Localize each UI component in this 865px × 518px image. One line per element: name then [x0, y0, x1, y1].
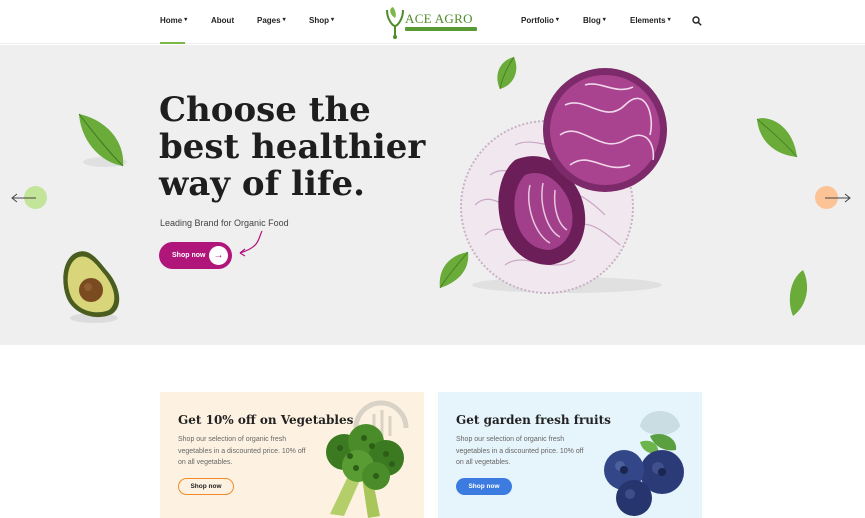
- hero-headline-line: way of life.: [159, 164, 365, 204]
- chevron-down-icon: ▾: [555, 17, 559, 23]
- nav-portfolio[interactable]: Portfolio ▾: [521, 16, 559, 25]
- hero-headline-line: Choose the: [159, 90, 371, 130]
- chevron-down-icon: ▾: [602, 17, 606, 23]
- arrow-right-icon: →: [209, 246, 228, 265]
- leaf-logo-icon: [386, 7, 404, 39]
- avocado-icon: [63, 251, 120, 323]
- nav-elements[interactable]: Elements ▾: [630, 16, 671, 25]
- nav-elements-label: Elements: [630, 16, 666, 25]
- basil-leaf-icon: [789, 270, 808, 316]
- nav-pages[interactable]: Pages ▾: [257, 16, 286, 25]
- arrow-left-icon: [11, 193, 36, 203]
- nav-home-label: Home: [160, 16, 183, 25]
- promo-card-text: Shop our selection of organic fresh vege…: [456, 436, 584, 466]
- hero-shop-now-button[interactable]: Shop now →: [159, 242, 232, 269]
- nav-blog-label: Blog: [583, 16, 601, 25]
- brand-logo[interactable]: ACE AGRO: [383, 6, 479, 40]
- torn-paper-edge: [0, 300, 865, 336]
- active-nav-indicator: [160, 42, 185, 44]
- nav-about[interactable]: About: [211, 16, 234, 25]
- slider-prev-button[interactable]: [10, 186, 50, 210]
- logo-tagline-bar: [405, 27, 477, 31]
- basil-leaf-icon: [756, 118, 798, 158]
- promo-shop-now-button[interactable]: Shop now: [178, 478, 234, 495]
- brand-name: ACE AGRO: [405, 11, 473, 26]
- blueberries-icon: [604, 433, 684, 516]
- promo-shop-now-button[interactable]: Shop now: [456, 478, 512, 495]
- nav-shop[interactable]: Shop ▾: [309, 16, 334, 25]
- chevron-down-icon: ▾: [667, 17, 671, 23]
- search-icon[interactable]: [692, 16, 702, 26]
- red-cabbage-icon: [460, 68, 667, 294]
- hero-shop-now-label: Shop now: [172, 252, 206, 259]
- chevron-down-icon: ▾: [184, 17, 188, 23]
- nav-home[interactable]: Home ▾: [160, 16, 187, 25]
- nav-shop-label: Shop: [309, 16, 329, 25]
- hero-headline-line: best healthier: [159, 127, 426, 167]
- promo-card-vegetables: Get 10% off on Vegetables Shop our selec…: [160, 392, 424, 518]
- broccoli-icon: [326, 424, 404, 518]
- promo-card-fruits: Get garden fresh fruits Shop our selecti…: [438, 392, 702, 518]
- promo-card-text: Shop our selection of organic fresh vege…: [178, 436, 306, 466]
- promo-card-title: Get garden fresh fruits: [456, 413, 611, 427]
- basil-leaf-icon: [78, 113, 127, 167]
- hero-headline: Choose the best healthier way of life.: [159, 92, 429, 203]
- curved-arrow-icon: [239, 230, 263, 257]
- chevron-down-icon: ▾: [331, 17, 335, 23]
- nav-blog[interactable]: Blog ▾: [583, 16, 606, 25]
- nav-about-label: About: [211, 16, 235, 25]
- hero-subline: Leading Brand for Organic Food: [160, 218, 289, 228]
- nav-portfolio-label: Portfolio: [521, 16, 554, 25]
- arrow-right-icon: [825, 193, 851, 203]
- chevron-down-icon: ▾: [282, 17, 286, 23]
- nav-pages-label: Pages: [257, 16, 281, 25]
- slider-next-button[interactable]: [813, 186, 853, 210]
- top-navbar: Home ▾ About Pages ▾ Shop ▾ ACE AGRO Por…: [0, 0, 865, 44]
